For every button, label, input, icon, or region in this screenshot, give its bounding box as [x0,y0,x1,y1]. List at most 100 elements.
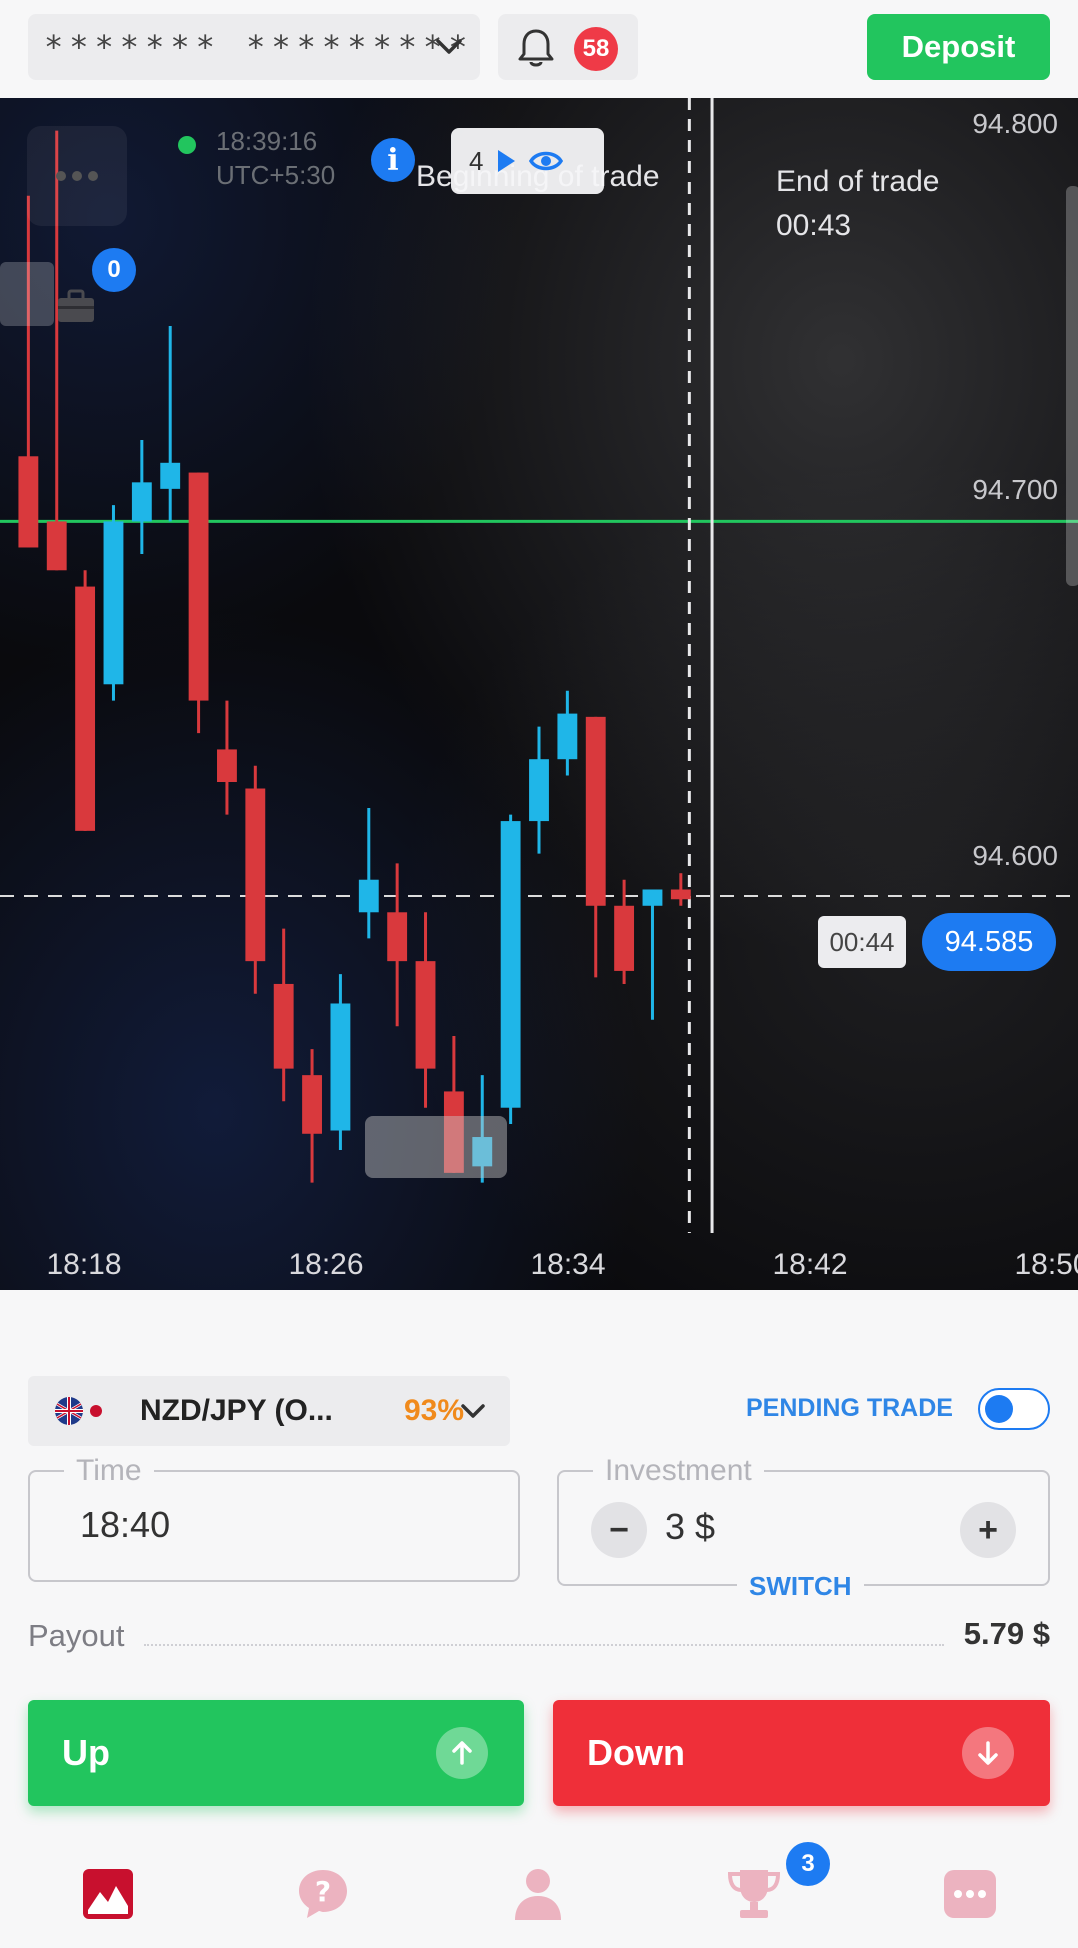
candle-body [557,713,578,760]
nav-more[interactable] [942,1866,998,1922]
time-label: 18:34 [530,1248,606,1281]
asset-name: NZD/JPY (O... [140,1394,333,1427]
increase-investment-button[interactable]: + [960,1502,1016,1558]
candle-body [670,889,691,900]
pending-trade-label: PENDING TRADE [746,1394,953,1422]
candle-body [330,1003,351,1131]
candle-body [273,983,294,1069]
more-chat-icon [944,1870,996,1918]
candle-body [160,462,181,489]
up-button-label: Up [62,1732,110,1773]
candle-body [75,586,96,831]
briefcase-icon[interactable] [56,288,96,324]
chevron-down-icon [436,39,462,54]
candle-body [188,472,209,701]
nav-help[interactable]: ? [295,1866,351,1922]
trading-app: ******* ********* 58 Deposit 94.800 94.7… [0,0,1078,1948]
chevron-down-icon [461,1404,485,1418]
trades-panel-handle[interactable] [0,262,54,326]
time-field-label: Time [64,1454,154,1488]
open-trades-badge: 0 [92,248,136,292]
server-timezone: UTC+5:30 [216,160,336,190]
asset-payout-percent: 93% [404,1394,465,1427]
user-icon [515,1869,561,1920]
candle-body [46,521,67,571]
candle-body [642,889,663,906]
nzd-jpy-flag-icon [55,1397,102,1425]
time-label: 18:42 [772,1248,848,1281]
candle-body [585,716,606,906]
candle-body [415,961,436,1069]
pending-trade-toggle[interactable] [978,1388,1050,1430]
account-mask: ******* ********* [44,28,474,66]
candle-body [387,912,408,962]
time-label: 18:50 [1014,1248,1078,1281]
notifications-badge: 58 [574,27,618,71]
server-time: 18:39:16 [216,126,318,156]
bottom-navigation: ? 3 [0,1838,1078,1948]
nav-chart[interactable] [80,1866,136,1922]
investment-field: Investment − 3 $ + SWITCH [557,1454,1050,1602]
toggle-knob [985,1395,1013,1423]
asset-selector[interactable]: NZD/JPY (O... 93% [28,1376,510,1446]
candle-body [18,456,39,548]
end-of-trade-countdown: 00:43 [776,209,852,242]
candle-body [358,879,379,913]
decrease-investment-button[interactable]: − [591,1502,647,1558]
payout-divider [144,1644,944,1646]
price-label: 94.700 [972,474,1058,505]
viewers-count: 4 [469,145,484,176]
time-value: 18:40 [80,1504,171,1545]
nav-profile[interactable] [510,1866,566,1922]
tournaments-badge: 3 [786,1842,830,1886]
social-trading-chip[interactable]: 4 [451,128,604,194]
candle-body [302,1075,322,1134]
candle-body [529,759,549,822]
time-label: 18:18 [46,1248,122,1281]
play-icon [498,150,516,172]
notifications-button[interactable]: 58 [498,14,638,80]
arrow-down-icon [962,1727,1014,1779]
end-of-trade-label: End of trade 00:43 [776,160,939,248]
time-label: 18:26 [288,1248,364,1281]
candle-body [500,821,521,1108]
info-icon[interactable]: i [371,138,415,182]
trading-panel: NZD/JPY (O... 93% PENDING TRADE Time 18:… [0,1290,1078,1838]
payout-label: Payout [28,1618,125,1653]
down-button[interactable]: Down [553,1700,1050,1806]
up-button[interactable]: Up [28,1700,524,1806]
candle-body [103,521,124,685]
chart-menu-button[interactable] [27,126,127,226]
help-icon: ? [299,1870,347,1918]
down-button-label: Down [587,1732,685,1773]
chart-canvas [0,98,1078,1233]
candle-body [245,788,266,962]
trophy-icon [727,1870,781,1918]
account-selector[interactable]: ******* ********* [28,14,480,80]
header: ******* ********* 58 Deposit [0,0,1078,98]
nav-tournaments[interactable] [726,1866,782,1922]
chart-image-icon [83,1869,133,1919]
side-panel-handle[interactable] [1066,186,1078,586]
time-field[interactable]: Time 18:40 [28,1454,520,1582]
price-chart[interactable]: 94.800 94.700 94.600 18:18 18:26 18:34 1… [0,98,1078,1290]
current-price-badge: 94.585 [922,913,1056,971]
payout-value: 5.79 $ [963,1616,1050,1651]
more-horizontal-icon [56,171,98,181]
connection-status-dot [178,136,196,154]
candle-body [131,482,152,522]
arrow-up-icon [436,1727,488,1779]
bell-icon [518,29,554,67]
price-label: 94.600 [972,840,1058,871]
candle-body [614,905,635,971]
svg-text:?: ? [315,1875,331,1908]
deposit-button[interactable]: Deposit [867,14,1050,80]
eye-icon [529,151,564,171]
end-of-trade-title: End of trade [776,165,940,198]
chart-scroll-handle[interactable] [365,1116,507,1178]
investment-input[interactable]: 3 $ [665,1506,715,1548]
candle-timer: 00:44 [818,916,906,968]
price-label: 94.800 [972,108,1058,139]
candle-body [217,749,237,782]
switch-currency-button[interactable]: SWITCH [737,1571,864,1602]
